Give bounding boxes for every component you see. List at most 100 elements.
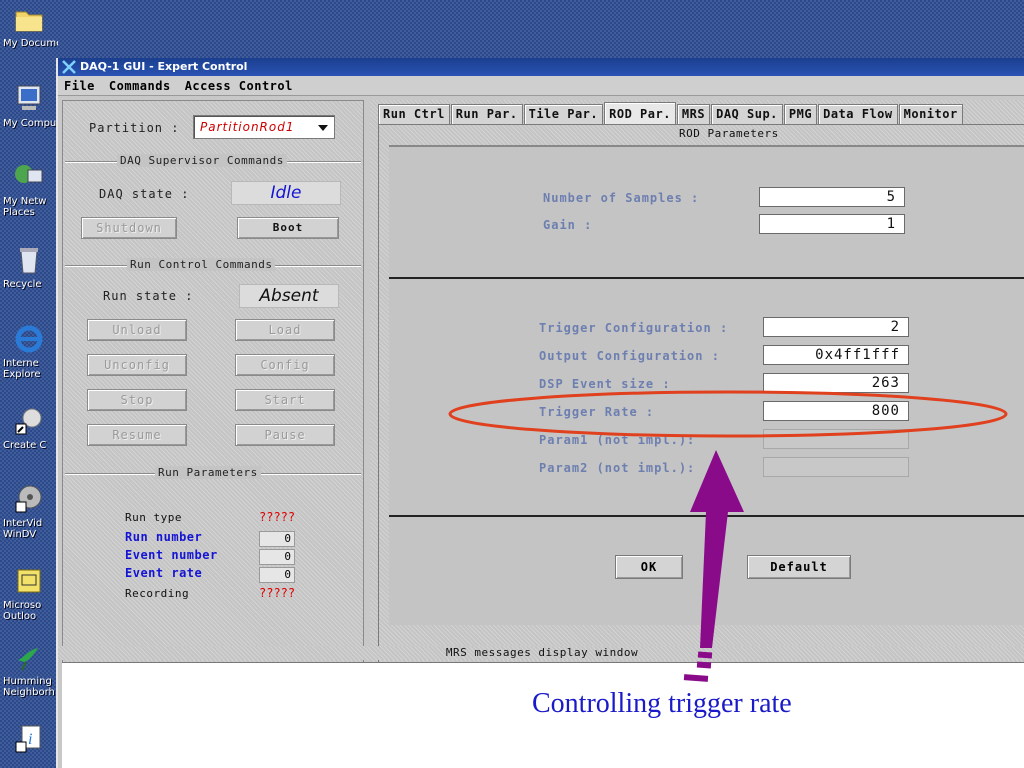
desktop-icon-intervideo[interactable]: InterVid WinDV	[0, 482, 58, 540]
info-shortcut-icon: i	[15, 725, 41, 753]
boot-button[interactable]: Boot	[237, 217, 339, 239]
gain-input[interactable]: 1	[759, 214, 905, 234]
desktop-icon-network[interactable]: My Netw Places	[0, 160, 58, 218]
folder-icon	[15, 11, 43, 32]
desktop-icon-label: InterVid WinDV	[3, 518, 43, 540]
computer-icon	[17, 85, 41, 110]
partition-label: Partition :	[89, 121, 180, 135]
chevron-down-icon	[318, 125, 328, 131]
start-button[interactable]: Start	[235, 389, 335, 411]
film-reel-icon	[15, 485, 42, 513]
run-number-label: Run number	[125, 530, 203, 544]
tab-pmg[interactable]: PMG	[783, 104, 818, 124]
unconfig-button[interactable]: Unconfig	[87, 354, 187, 376]
stop-button[interactable]: Stop	[87, 389, 187, 411]
button-section: OK Default	[389, 515, 1024, 625]
trigger-rate-input[interactable]: 800	[763, 401, 909, 421]
tab-tile-par[interactable]: Tile Par.	[523, 104, 604, 124]
tab-bar: Run Ctrl Run Par. Tile Par. ROD Par. MRS…	[378, 102, 964, 124]
tab-run-ctrl[interactable]: Run Ctrl	[378, 104, 450, 124]
menu-file[interactable]: File	[64, 76, 109, 95]
mrs-window-header: MRS messages display window	[58, 646, 1024, 660]
tab-data-flow[interactable]: Data Flow	[818, 104, 898, 124]
window-title: DAQ-1 GUI - Expert Control	[80, 60, 248, 73]
desktop-icon-create-cd[interactable]: Create C	[0, 404, 58, 451]
annotation-caption: Controlling trigger rate	[532, 688, 792, 719]
samples-gain-section: Number of Samples : 5 Gain : 1	[389, 145, 1024, 277]
recycle-bin-icon	[20, 248, 38, 274]
partition-select[interactable]: PartitionRod1	[193, 115, 335, 139]
trigger-configuration-label: Trigger Configuration :	[539, 321, 729, 335]
load-button[interactable]: Load	[235, 319, 335, 341]
partition-value: PartitionRod1	[200, 120, 295, 134]
run-state-value: Absent	[239, 284, 339, 308]
default-button[interactable]: Default	[747, 555, 851, 579]
run-parameters-title: Run Parameters	[155, 466, 261, 479]
control-panel: Partition : PartitionRod1 DAQ Supervisor…	[62, 100, 364, 688]
svg-text:i: i	[28, 731, 32, 748]
param1-input	[763, 429, 909, 449]
network-icon	[15, 165, 43, 183]
rod-parameters-panel: ROD Parameters Number of Samples : 5 Gai…	[378, 124, 1024, 682]
unload-button[interactable]: Unload	[87, 319, 187, 341]
tab-daq-sup[interactable]: DAQ Sup.	[711, 104, 783, 124]
trigger-configuration-input[interactable]: 2	[763, 317, 909, 337]
daq-state-value: Idle	[231, 181, 341, 205]
trigger-section: Trigger Configuration : 2 Output Configu…	[389, 277, 1024, 515]
desktop-icon-label: My Netw Places	[3, 196, 47, 218]
tab-run-par[interactable]: Run Par.	[450, 104, 523, 124]
desktop-icon-label: Microso Outloo	[3, 600, 42, 622]
menu-commands[interactable]: Commands	[109, 76, 185, 95]
recording-label: Recording	[125, 587, 190, 600]
tab-mrs[interactable]: MRS	[676, 104, 711, 124]
desktop-icon-label: Interne Explore	[3, 358, 41, 380]
outlook-icon	[17, 569, 41, 593]
event-rate-label: Event rate	[125, 566, 203, 580]
hummingbird-icon	[18, 648, 38, 671]
event-rate-value: 0	[259, 567, 295, 583]
desktop-icon-label: My Documents	[3, 38, 58, 49]
run-number-value: 0	[259, 531, 295, 547]
desktop-icon-info[interactable]: i	[0, 722, 58, 758]
number-of-samples-input[interactable]: 5	[759, 187, 905, 207]
menu-bar: File Commands Access Control	[58, 76, 1024, 96]
desktop-icon-label: Humming Neighborh	[3, 676, 55, 698]
mrs-window-title: MRS messages display window	[445, 646, 639, 659]
event-number-value: 0	[259, 549, 295, 565]
desktop-icon-my-computer[interactable]: My Compu	[0, 82, 58, 129]
dsp-event-size-input[interactable]: 263	[763, 373, 909, 393]
shutdown-button[interactable]: Shutdown	[81, 217, 177, 239]
dsp-event-size-label: DSP Event size :	[539, 377, 671, 391]
tab-rod-par[interactable]: ROD Par.	[604, 102, 676, 124]
desktop-icon-outlook[interactable]: Microso Outloo	[0, 564, 58, 622]
output-configuration-input[interactable]: 0x4ff1fff	[763, 345, 909, 365]
pause-button[interactable]: Pause	[235, 424, 335, 446]
desktop-icon-label: Create C	[3, 440, 47, 451]
desktop-icon-hummingbird[interactable]: Humming Neighborh	[0, 640, 58, 698]
param2-input	[763, 457, 909, 477]
ok-button[interactable]: OK	[615, 555, 683, 579]
run-type-label: Run type	[125, 511, 182, 524]
run-control-title: Run Control Commands	[127, 258, 276, 271]
daq-state-label: DAQ state :	[99, 187, 190, 201]
recording-value: ?????	[259, 586, 296, 600]
desktop-icon-my-documents[interactable]: My Documents	[0, 2, 58, 49]
config-button[interactable]: Config	[235, 354, 335, 376]
menu-access-control[interactable]: Access Control	[185, 76, 307, 95]
rod-parameters-title: ROD Parameters	[679, 127, 779, 140]
resume-button[interactable]: Resume	[87, 424, 187, 446]
desktop-icon-recycle-bin[interactable]: Recycle	[0, 243, 58, 290]
daq-gui-window: DAQ-1 GUI - Expert Control File Commands…	[56, 58, 1024, 768]
run-type-value: ?????	[259, 510, 296, 524]
shortcut-icon	[15, 408, 42, 435]
desktop-icon-internet-explorer[interactable]: Interne Explore	[0, 322, 58, 380]
gain-label: Gain :	[543, 218, 593, 232]
desktop-icon-label: Recycle	[3, 279, 42, 290]
run-state-label: Run state :	[103, 289, 194, 303]
trigger-rate-label: Trigger Rate :	[539, 405, 655, 419]
internet-explorer-icon	[15, 325, 43, 353]
daq-supervisor-title: DAQ Supervisor Commands	[117, 154, 287, 167]
window-titlebar[interactable]: DAQ-1 GUI - Expert Control	[58, 58, 1024, 76]
event-number-label: Event number	[125, 548, 218, 562]
tab-monitor[interactable]: Monitor	[898, 104, 963, 124]
